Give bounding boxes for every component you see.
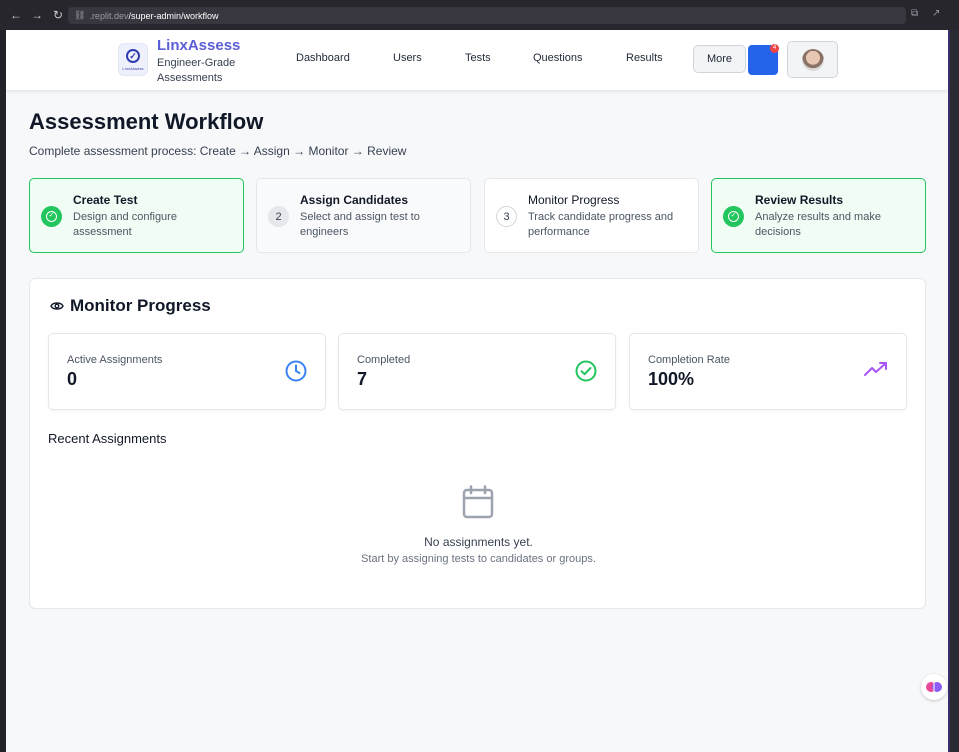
- nav-results[interactable]: Results: [626, 52, 663, 64]
- check-circle-icon: ✓: [41, 206, 62, 227]
- logo[interactable]: ✓ LinxAssess: [118, 43, 148, 76]
- url-host: .replit.dev: [89, 10, 129, 21]
- step-description: Track candidate progress and performance: [528, 211, 674, 238]
- nav-users[interactable]: Users: [393, 52, 422, 64]
- page-subtitle: Complete assessment process: Create → As…: [29, 144, 407, 158]
- page-title: Assessment Workflow: [29, 109, 264, 134]
- url-path: /super-admin/workflow: [128, 10, 219, 21]
- step-assign-candidates[interactable]: 2 Assign Candidates Select and assign te…: [256, 178, 471, 253]
- step-create-test[interactable]: ✓ Create Test Design and configure asses…: [29, 178, 244, 253]
- section-title: Monitor Progress: [70, 296, 211, 315]
- step-review-results[interactable]: ✓ Review Results Analyze results and mak…: [711, 178, 926, 253]
- link-icon: ⛓: [74, 10, 86, 20]
- reload-icon[interactable]: ↻: [48, 5, 68, 25]
- stat-value: 7: [357, 369, 368, 389]
- back-icon[interactable]: ←: [6, 5, 26, 25]
- check-circle-icon: [575, 360, 597, 382]
- clock-icon: [285, 360, 307, 382]
- stat-label: Active Assignments: [67, 354, 163, 366]
- page-viewport: ✓ LinxAssess LinxAssess Engineer-Grade A…: [6, 30, 948, 752]
- app-header: ✓ LinxAssess LinxAssess Engineer-Grade A…: [6, 30, 948, 90]
- stat-value: 0: [67, 369, 78, 389]
- nav-tests[interactable]: Tests: [465, 52, 491, 64]
- step-title: Create Test: [73, 193, 138, 207]
- nav-dashboard[interactable]: Dashboard: [296, 52, 350, 64]
- step-monitor-progress[interactable]: 3 Monitor Progress Track candidate progr…: [484, 178, 699, 253]
- check-circle-icon: ✓: [723, 206, 744, 227]
- step-title: Assign Candidates: [300, 193, 409, 207]
- user-menu-button[interactable]: [787, 41, 838, 78]
- stat-label: Completed: [357, 354, 411, 366]
- address-bar[interactable]: ⛓ .replit.dev/super-admin/workflow: [68, 7, 906, 24]
- logo-check-icon: ✓: [126, 48, 140, 63]
- step-description: Analyze results and make decisions: [755, 211, 881, 238]
- step-title: Review Results: [755, 193, 844, 207]
- brain-icon: [926, 682, 942, 692]
- step-title: Monitor Progress: [528, 193, 620, 207]
- step-number: 3: [496, 206, 517, 227]
- calendar-icon: [462, 485, 494, 519]
- assistant-button[interactable]: [921, 674, 947, 700]
- avatar: [801, 48, 824, 71]
- eye-icon: [50, 302, 64, 310]
- monitor-progress-card: Monitor Progress Active Assignments 0 Co…: [29, 278, 926, 609]
- stat-completion-rate: Completion Rate 100%: [629, 333, 907, 410]
- forward-icon[interactable]: →: [27, 5, 47, 25]
- nav-questions[interactable]: Questions: [533, 52, 583, 64]
- step-description: Design and configure assessment: [73, 211, 177, 238]
- stat-label: Completion Rate: [648, 354, 730, 366]
- open-external-icon[interactable]: ↗: [932, 8, 940, 19]
- stat-value: 100%: [648, 369, 695, 389]
- step-description: Select and assign test to engineers: [300, 211, 420, 238]
- logo-text: LinxAssess: [122, 65, 144, 71]
- empty-state-title: No assignments yet.: [424, 535, 533, 549]
- notification-badge: 4: [770, 44, 779, 53]
- window-edge: [948, 30, 950, 752]
- step-number: 2: [268, 206, 289, 227]
- empty-state-subtitle: Start by assigning tests to candidates o…: [361, 553, 596, 565]
- cast-icon[interactable]: ⧉: [911, 8, 918, 19]
- brand-tagline: Engineer-Grade Assessments: [157, 57, 236, 84]
- recent-assignments-title: Recent Assignments: [48, 431, 167, 446]
- brand-name[interactable]: LinxAssess: [157, 37, 240, 54]
- stat-active-assignments: Active Assignments 0: [48, 333, 326, 410]
- stat-completed: Completed 7: [338, 333, 616, 410]
- more-button[interactable]: More: [693, 45, 746, 73]
- browser-toolbar: ← → ↻ ⛓ .replit.dev/super-admin/workflow…: [0, 0, 959, 30]
- trending-up-icon: [864, 362, 887, 376]
